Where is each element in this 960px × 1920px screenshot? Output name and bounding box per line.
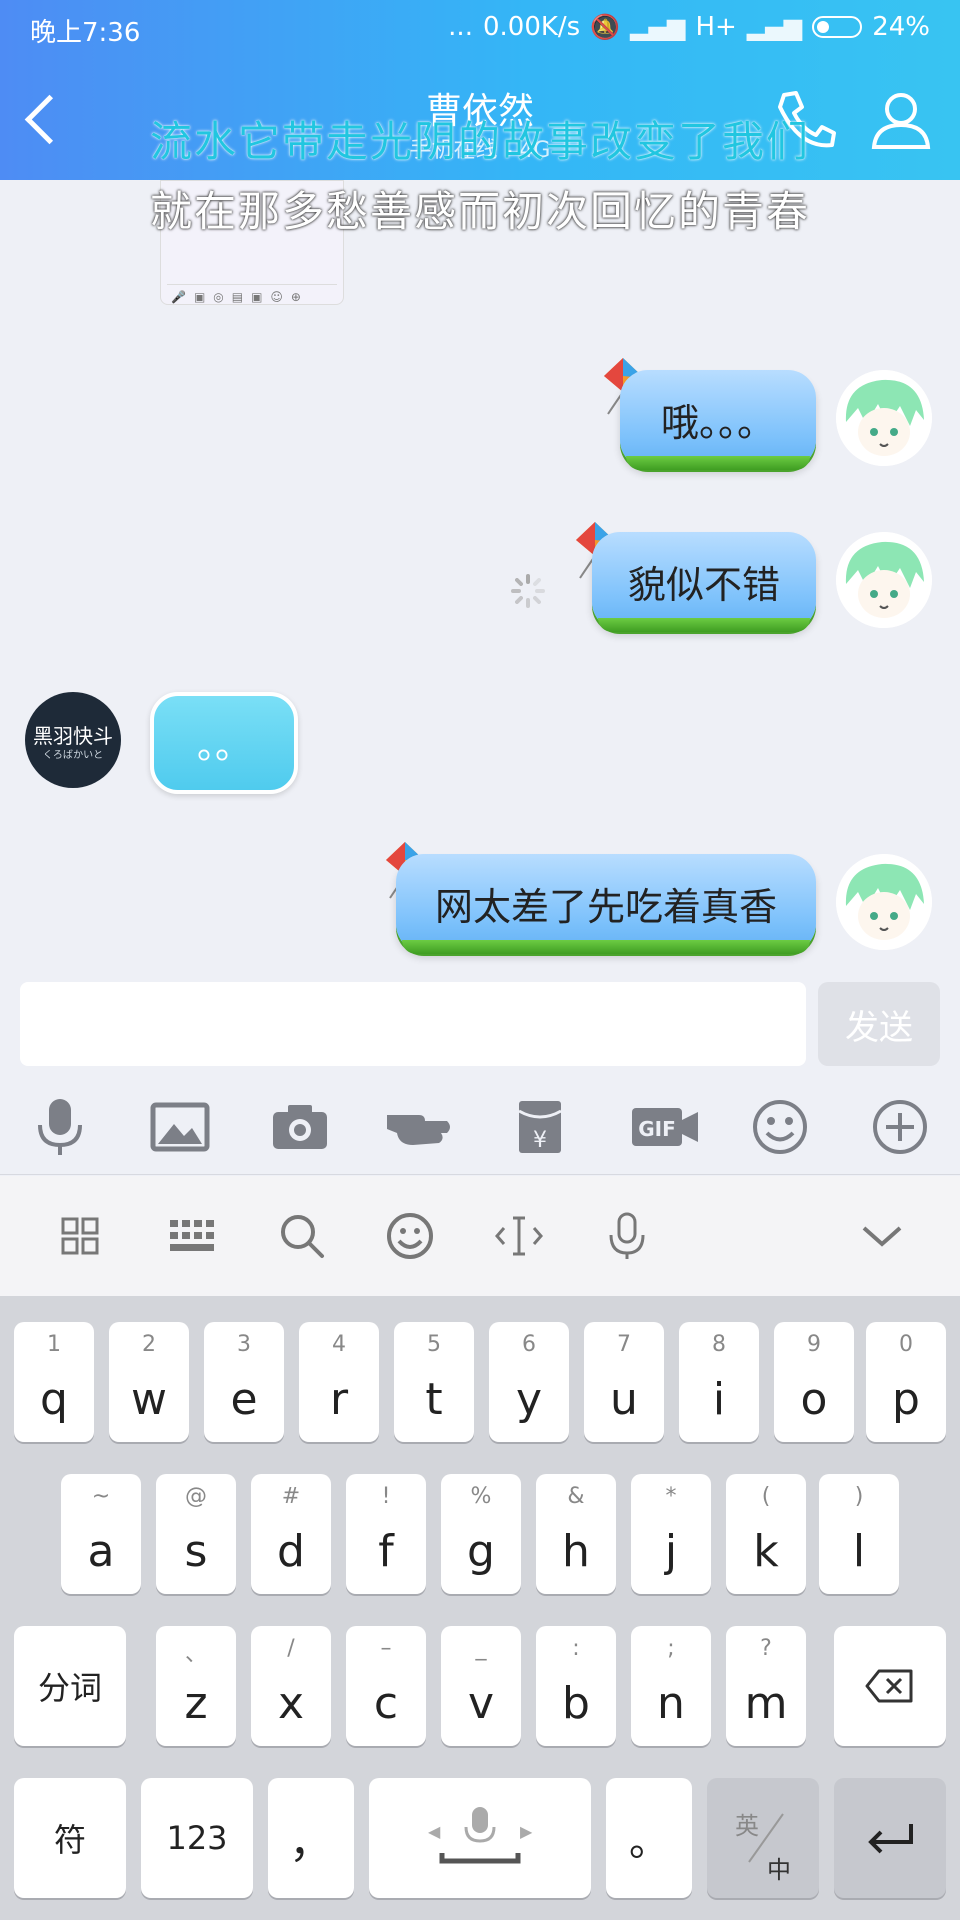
key-l[interactable]: ) l	[819, 1474, 899, 1594]
key-d[interactable]: # d	[251, 1474, 331, 1594]
voice-icon[interactable]	[597, 1206, 657, 1266]
ime-toolbar	[0, 1176, 960, 1296]
key-m[interactable]: ? m	[726, 1626, 806, 1746]
camera-icon[interactable]	[265, 1092, 335, 1162]
key-p[interactable]: 0p	[866, 1322, 946, 1442]
send-button[interactable]: 发送	[818, 982, 940, 1066]
key-c[interactable]: – c	[346, 1626, 426, 1746]
emoji-icon[interactable]	[745, 1092, 815, 1162]
message-bubble-out[interactable]: 网太差了先吃着真香	[396, 854, 816, 954]
keyboard-icon[interactable]	[163, 1206, 223, 1266]
key-i[interactable]: 8i	[679, 1322, 759, 1442]
battery-icon	[812, 16, 863, 38]
key-w[interactable]: 2w	[109, 1322, 189, 1442]
contact-avatar-text: 黑羽快斗	[33, 724, 113, 748]
my-avatar[interactable]	[836, 370, 932, 466]
key-k[interactable]: (k	[726, 1474, 806, 1594]
signal-icon-2: ▂▄▆	[746, 13, 803, 41]
emoji-icon[interactable]	[380, 1206, 440, 1266]
message-bubble-out[interactable]: 哦。。。	[620, 370, 816, 470]
key-t[interactable]: 5t	[394, 1322, 474, 1442]
svg-text:¥: ¥	[533, 1128, 547, 1153]
symbol-key[interactable]: 符	[14, 1778, 126, 1898]
period-key[interactable]: 。	[606, 1778, 692, 1898]
image-icon[interactable]	[145, 1092, 215, 1162]
backspace-key[interactable]	[834, 1626, 946, 1746]
mute-bell-icon: 🔕	[590, 13, 621, 41]
message-input[interactable]	[20, 982, 806, 1066]
message-bubble-out[interactable]: 貌似不错	[592, 532, 816, 632]
key-s[interactable]: @ s	[156, 1474, 236, 1594]
key-u[interactable]: 7u	[584, 1322, 664, 1442]
space-voice-icon: ◀ ▶	[369, 1778, 591, 1898]
status-time: 晚上7:36	[30, 18, 141, 48]
contact-avatar[interactable]: 黑羽快斗 くろばかいと	[25, 692, 121, 788]
plus-icon[interactable]	[865, 1092, 935, 1162]
collapse-icon[interactable]	[852, 1206, 912, 1266]
lyric-line-1: 流水它带走光阴的故事改变了我们	[149, 117, 810, 166]
key-n[interactable]: ; n	[631, 1626, 711, 1746]
key-o[interactable]: 9o	[774, 1322, 854, 1442]
numbers-key[interactable]: 123	[141, 1778, 253, 1898]
segment-key[interactable]: 分词	[14, 1626, 126, 1746]
svg-text:GIF: GIF	[638, 1117, 676, 1141]
battery-level: 24%	[872, 12, 930, 42]
key-a[interactable]: ~ a	[61, 1474, 141, 1594]
my-avatar[interactable]	[836, 532, 932, 628]
message-bubble-in[interactable]: 。。	[150, 692, 298, 794]
sending-spinner-icon	[511, 574, 545, 608]
key-f[interactable]: ! f	[346, 1474, 426, 1594]
signal-icon: ▂▄▆	[630, 13, 686, 41]
microphone-icon[interactable]	[25, 1092, 95, 1162]
message-text: 网太差了先吃着真香	[434, 884, 777, 929]
backspace-icon	[834, 1626, 946, 1746]
poke-icon[interactable]	[385, 1092, 455, 1162]
svg-text:▶: ▶	[520, 1822, 533, 1841]
svg-text:◀: ◀	[428, 1822, 441, 1841]
network-type: H+	[695, 12, 737, 42]
grid-icon[interactable]	[50, 1206, 110, 1266]
enter-key[interactable]	[834, 1778, 946, 1898]
status-right: ... 0.00K/s 🔕 ▂▄▆ H+ ▂▄▆ 24%	[448, 12, 930, 42]
chat-area[interactable]: 🎤▣◎▤▣☺⊕ 哦。。。 貌似不错 黑羽快斗 くろばかいと 。。 网太差了先吃着…	[0, 180, 960, 970]
language-toggle-key[interactable]: 英 中	[707, 1778, 819, 1898]
input-row: 发送	[0, 970, 960, 1080]
red-packet-icon[interactable]: ¥	[505, 1092, 575, 1162]
key-q[interactable]: 1q	[14, 1322, 94, 1442]
key-h[interactable]: & h	[536, 1474, 616, 1594]
key-e[interactable]: 3e	[204, 1322, 284, 1442]
search-icon[interactable]	[272, 1206, 332, 1266]
status-dots: ...	[448, 12, 473, 42]
contact-avatar-subtext: くろばかいと	[42, 750, 104, 761]
comma-key[interactable]: ，	[268, 1778, 354, 1898]
key-j[interactable]: * j	[631, 1474, 711, 1594]
key-g[interactable]: % g	[441, 1474, 521, 1594]
message-text: 哦。。。	[660, 400, 775, 445]
my-avatar[interactable]	[836, 854, 932, 950]
key-z[interactable]: 、 z	[156, 1626, 236, 1746]
status-bar: 晚上7:36 ... 0.00K/s 🔕 ▂▄▆ H+ ▂▄▆ 24%	[0, 0, 960, 60]
keyboard: 1q 2w 3e 4r 5t 6y 7u 8i 9o 0p ~ a @ s # d !…	[0, 1296, 960, 1920]
enter-icon	[834, 1778, 946, 1898]
cursor-icon[interactable]	[489, 1206, 549, 1266]
gif-icon[interactable]: GIF	[625, 1092, 705, 1162]
space-key[interactable]: ◀ ▶	[369, 1778, 591, 1898]
key-b[interactable]: :b	[536, 1626, 616, 1746]
message-text: 。。	[196, 726, 251, 767]
key-r[interactable]: 4r	[299, 1322, 379, 1442]
message-text: 貌似不错	[627, 562, 780, 607]
key-v[interactable]: _ v	[441, 1626, 521, 1746]
key-y[interactable]: 6y	[489, 1322, 569, 1442]
key-x[interactable]: / x	[251, 1626, 331, 1746]
chat-toolbar: ¥ GIF	[0, 1080, 960, 1175]
network-speed: 0.00K/s	[482, 12, 581, 42]
lyric-line-2: 就在那多愁善感而初次回忆的青春	[149, 187, 810, 236]
